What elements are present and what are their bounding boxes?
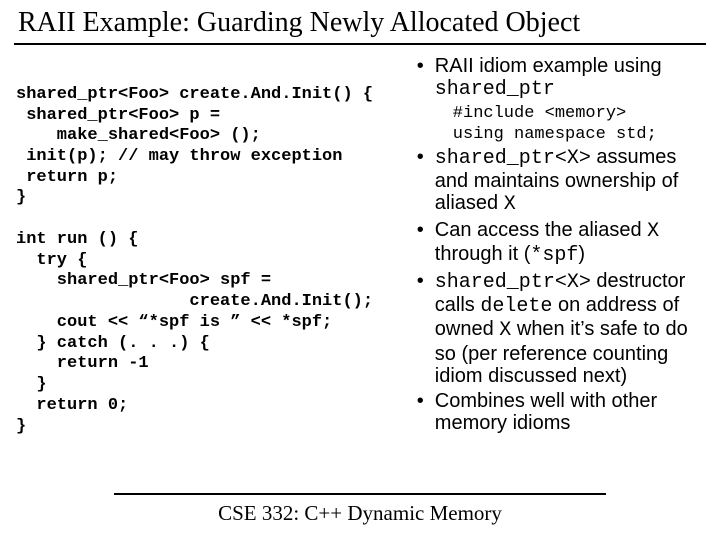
bullet-text: Combines well with other memory idioms bbox=[435, 390, 657, 434]
title-underline bbox=[14, 43, 706, 45]
code-block: shared_ptr<Foo> create.And.Init() { shar… bbox=[16, 55, 397, 437]
bullet-text: through it ( bbox=[435, 243, 531, 265]
inline-code: X bbox=[499, 319, 511, 342]
footer-line bbox=[114, 493, 606, 495]
inline-code: shared_ptr<X> bbox=[435, 271, 591, 294]
bullet-item: Combines well with other memory idioms bbox=[421, 390, 704, 435]
footer: CSE 332: C++ Dynamic Memory bbox=[0, 493, 720, 526]
bullet-item: shared_ptr<X> destructor calls delete on… bbox=[421, 270, 704, 388]
bullet-item: shared_ptr<X> assumes and maintains owne… bbox=[421, 146, 704, 217]
sub-code-line: using namespace std; bbox=[435, 125, 704, 144]
inline-code: shared_ptr bbox=[435, 78, 555, 101]
content-row: shared_ptr<Foo> create.And.Init() { shar… bbox=[16, 47, 704, 437]
inline-code: *spf bbox=[530, 244, 578, 267]
slide: RAII Example: Guarding Newly Allocated O… bbox=[0, 0, 720, 540]
slide-title: RAII Example: Guarding Newly Allocated O… bbox=[16, 8, 704, 43]
inline-code: X bbox=[647, 220, 659, 243]
bullet-item: Can access the aliased X through it (*sp… bbox=[421, 219, 704, 268]
bullet-item: RAII idiom example using shared_ptr #inc… bbox=[421, 55, 704, 144]
footer-text: CSE 332: C++ Dynamic Memory bbox=[0, 501, 720, 526]
inline-code: X bbox=[504, 193, 516, 216]
bullet-text: RAII idiom example using bbox=[435, 55, 662, 77]
inline-code: shared_ptr<X> bbox=[435, 147, 591, 170]
sub-code-line: #include <memory> bbox=[435, 104, 704, 123]
bullet-text: Can access the aliased bbox=[435, 219, 647, 241]
title-block: RAII Example: Guarding Newly Allocated O… bbox=[16, 8, 704, 45]
bullet-text: ) bbox=[578, 243, 585, 265]
bullet-list: RAII idiom example using shared_ptr #inc… bbox=[405, 55, 704, 435]
inline-code: delete bbox=[480, 295, 552, 318]
bullet-column: RAII idiom example using shared_ptr #inc… bbox=[405, 55, 704, 437]
